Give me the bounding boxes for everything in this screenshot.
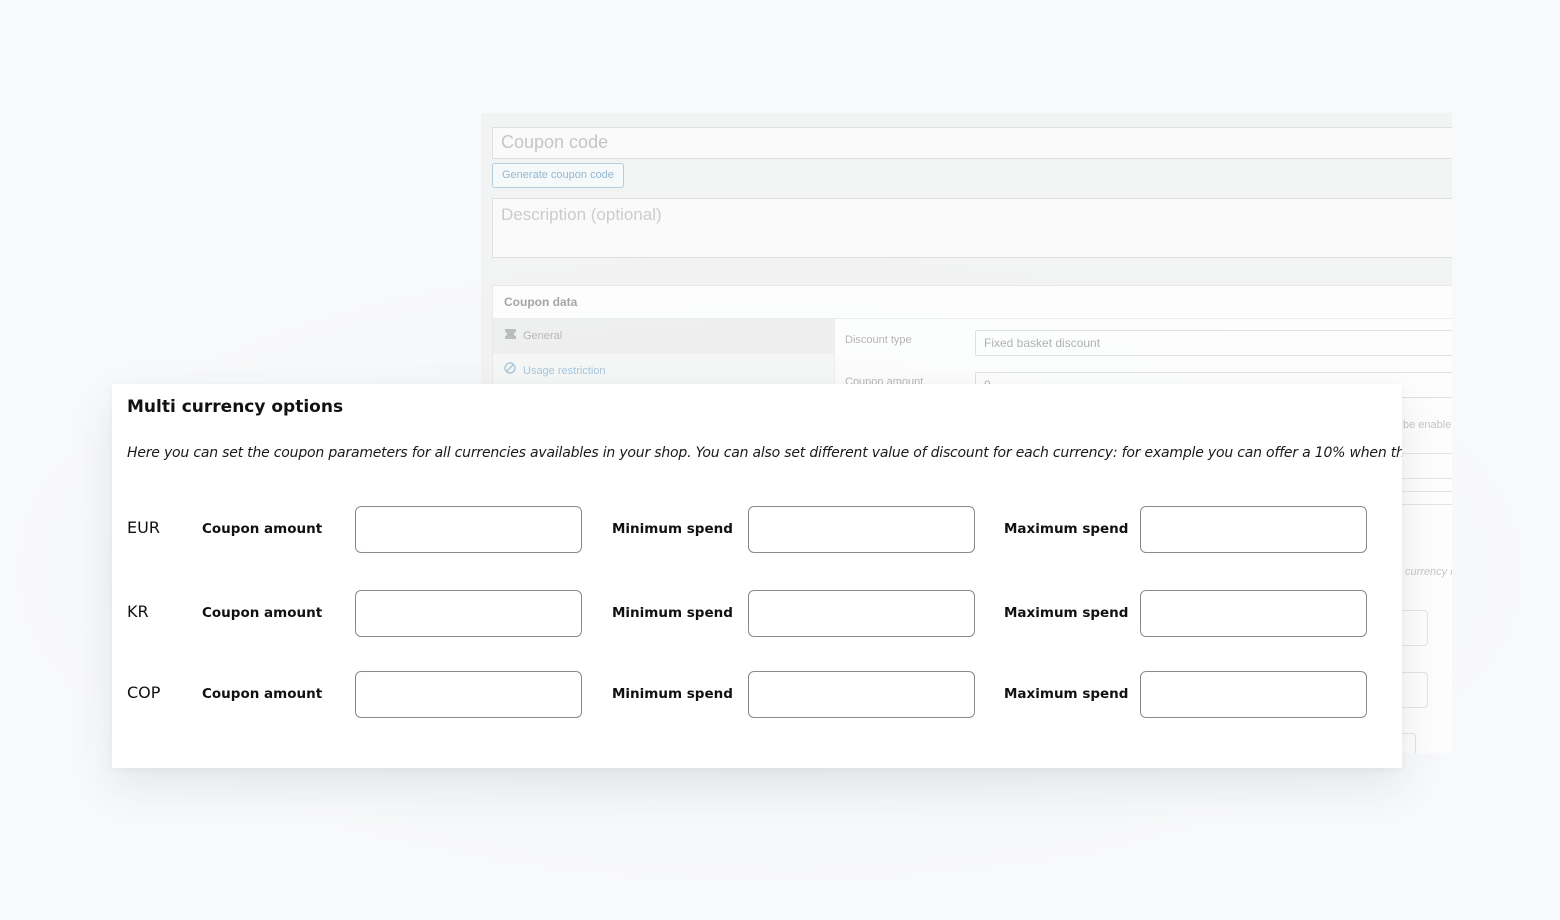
discount-type-label: Discount type (845, 334, 912, 346)
coupon-amount-input[interactable] (355, 671, 582, 718)
minimum-spend-label: Minimum spend (612, 686, 733, 702)
tab-usage-restriction-label: Usage restriction (523, 365, 606, 377)
currency-row-cop: COP Coupon amount Minimum spend Maximum … (112, 671, 1402, 719)
coupon-amount-input[interactable] (355, 506, 582, 553)
currency-row-eur: EUR Coupon amount Minimum spend Maximum … (112, 506, 1402, 554)
ticket-icon (503, 319, 517, 354)
currency-code: EUR (127, 518, 160, 537)
maximum-spend-input[interactable] (1140, 671, 1367, 718)
coupon-data-title: Coupon data (493, 286, 1452, 319)
tab-general[interactable]: General (493, 319, 834, 354)
maximum-spend-input[interactable] (1140, 506, 1367, 553)
multi-currency-options-card: Multi currency options Here you can set … (112, 384, 1402, 768)
generate-coupon-code-button[interactable]: Generate coupon code (492, 163, 624, 188)
currency-row-kr: KR Coupon amount Minimum spend Maximum s… (112, 590, 1402, 638)
coupon-amount-input[interactable] (355, 590, 582, 637)
card-description: Here you can set the coupon parameters f… (127, 445, 1402, 461)
minimum-spend-input[interactable] (748, 590, 975, 637)
discount-type-select[interactable]: Fixed basket discount (975, 330, 1452, 356)
coupon-amount-label: Coupon amount (202, 686, 323, 702)
description-textarea[interactable]: Description (optional) (492, 198, 1452, 258)
minimum-spend-label: Minimum spend (612, 605, 733, 621)
maximum-spend-input[interactable] (1140, 590, 1367, 637)
minimum-spend-input[interactable] (748, 671, 975, 718)
maximum-spend-label: Maximum spend (1004, 605, 1129, 621)
minimum-spend-input[interactable] (748, 506, 975, 553)
maximum-spend-label: Maximum spend (1004, 686, 1129, 702)
card-title: Multi currency options (127, 397, 344, 417)
minimum-spend-label: Minimum spend (612, 521, 733, 537)
enable-text-fragment: be enable (1403, 419, 1452, 431)
currency-text-fragment: currency i (1405, 566, 1452, 578)
coupon-code-input[interactable]: Coupon code (492, 127, 1452, 159)
coupon-amount-label: Coupon amount (202, 605, 323, 621)
tab-general-label: General (523, 330, 563, 342)
currency-code: COP (127, 683, 161, 702)
currency-code: KR (127, 602, 149, 621)
coupon-amount-label: Coupon amount (202, 521, 323, 537)
maximum-spend-label: Maximum spend (1004, 521, 1129, 537)
